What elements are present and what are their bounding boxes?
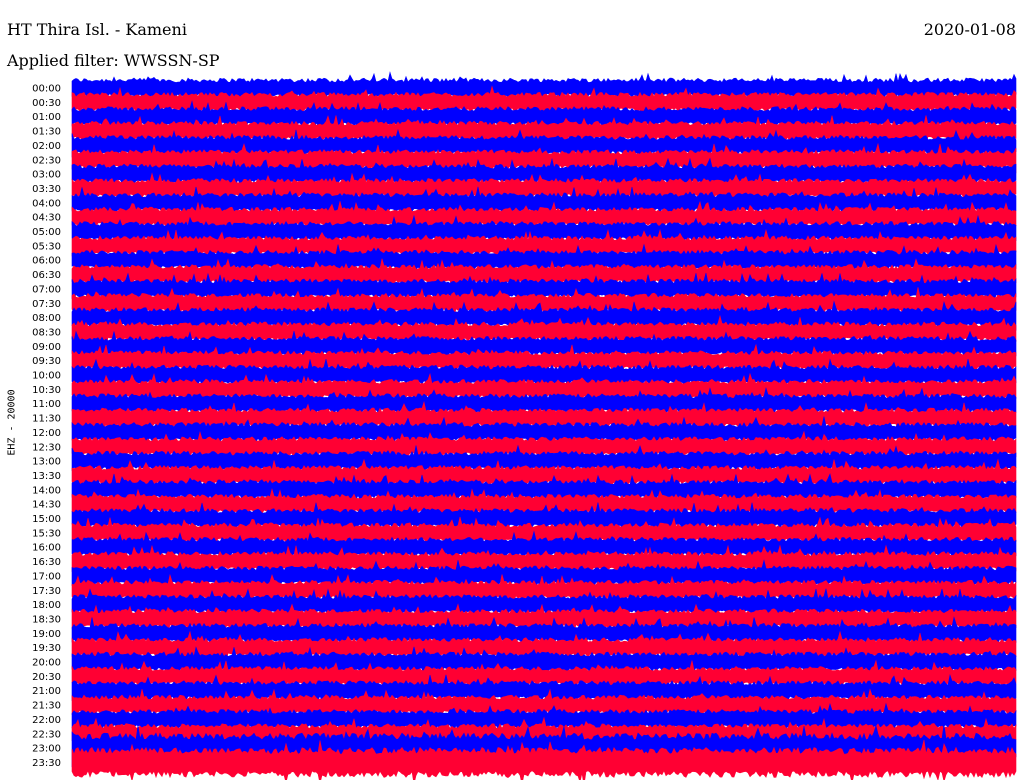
time-tick-label: 02:00 bbox=[32, 141, 61, 152]
time-tick-label: 16:30 bbox=[32, 557, 61, 568]
time-tick-label: 00:00 bbox=[32, 84, 61, 95]
time-tick-label: 12:30 bbox=[32, 442, 61, 453]
time-tick-label: 14:00 bbox=[32, 485, 61, 496]
trace-layer bbox=[71, 71, 1017, 780]
time-tick-label: 20:00 bbox=[32, 658, 61, 669]
time-tick-label: 23:00 bbox=[32, 744, 61, 755]
time-tick-label: 08:30 bbox=[32, 327, 61, 338]
time-tick-label: 10:00 bbox=[32, 371, 61, 382]
time-tick-label: 01:30 bbox=[32, 127, 61, 138]
time-tick-label: 21:00 bbox=[32, 686, 61, 697]
time-tick-label: 11:00 bbox=[32, 399, 61, 410]
time-tick-label: 19:00 bbox=[32, 629, 61, 640]
time-tick-label: 22:00 bbox=[32, 715, 61, 726]
time-tick-label: 21:30 bbox=[32, 701, 61, 712]
time-tick-label: 07:30 bbox=[32, 299, 61, 310]
time-tick-label: 01:00 bbox=[32, 112, 61, 123]
time-tick-label: 05:30 bbox=[32, 241, 61, 252]
time-tick-label: 17:30 bbox=[32, 586, 61, 597]
time-tick-label: 15:00 bbox=[32, 514, 61, 525]
time-tick-label: 06:30 bbox=[32, 270, 61, 281]
time-tick-label: 06:00 bbox=[32, 256, 61, 267]
time-tick-label: 03:30 bbox=[32, 184, 61, 195]
time-tick-label: 04:00 bbox=[32, 198, 61, 209]
time-tick-label: 12:00 bbox=[32, 428, 61, 439]
time-tick-label: 13:00 bbox=[32, 457, 61, 468]
time-tick-label: 07:00 bbox=[32, 284, 61, 295]
time-tick-label: 00:30 bbox=[32, 98, 61, 109]
time-tick-label: 18:30 bbox=[32, 614, 61, 625]
time-tick-label: 13:30 bbox=[32, 471, 61, 482]
time-tick-label: 14:30 bbox=[32, 500, 61, 511]
time-tick-label: 15:30 bbox=[32, 528, 61, 539]
time-tick-label: 22:30 bbox=[32, 729, 61, 740]
time-tick-label: 04:30 bbox=[32, 213, 61, 224]
time-tick-label: 09:00 bbox=[32, 342, 61, 353]
time-tick-label: 10:30 bbox=[32, 385, 61, 396]
time-tick-label: 11:30 bbox=[32, 414, 61, 425]
time-tick-label: 23:30 bbox=[32, 758, 61, 769]
time-tick-label: 05:00 bbox=[32, 227, 61, 238]
time-tick-label: 17:00 bbox=[32, 571, 61, 582]
time-tick-label: 16:00 bbox=[32, 543, 61, 554]
seismogram-plot: 00:00 00:30 01:00 01:30 02:00 02:30 03:00 03:30… bbox=[32, 71, 1017, 780]
time-tick-label: 09:30 bbox=[32, 356, 61, 367]
time-tick-label: 19:30 bbox=[32, 643, 61, 654]
time-tick-label: 02:30 bbox=[32, 155, 61, 166]
time-tick-label: 18:00 bbox=[32, 600, 61, 611]
time-tick-label: 03:00 bbox=[32, 170, 61, 181]
time-tick-label: 20:30 bbox=[32, 672, 61, 683]
time-tick-layer: 00:00 00:30 01:00 01:30 02:00 02:30 03:00 03:30… bbox=[32, 84, 61, 769]
time-tick-label: 08:00 bbox=[32, 313, 61, 324]
